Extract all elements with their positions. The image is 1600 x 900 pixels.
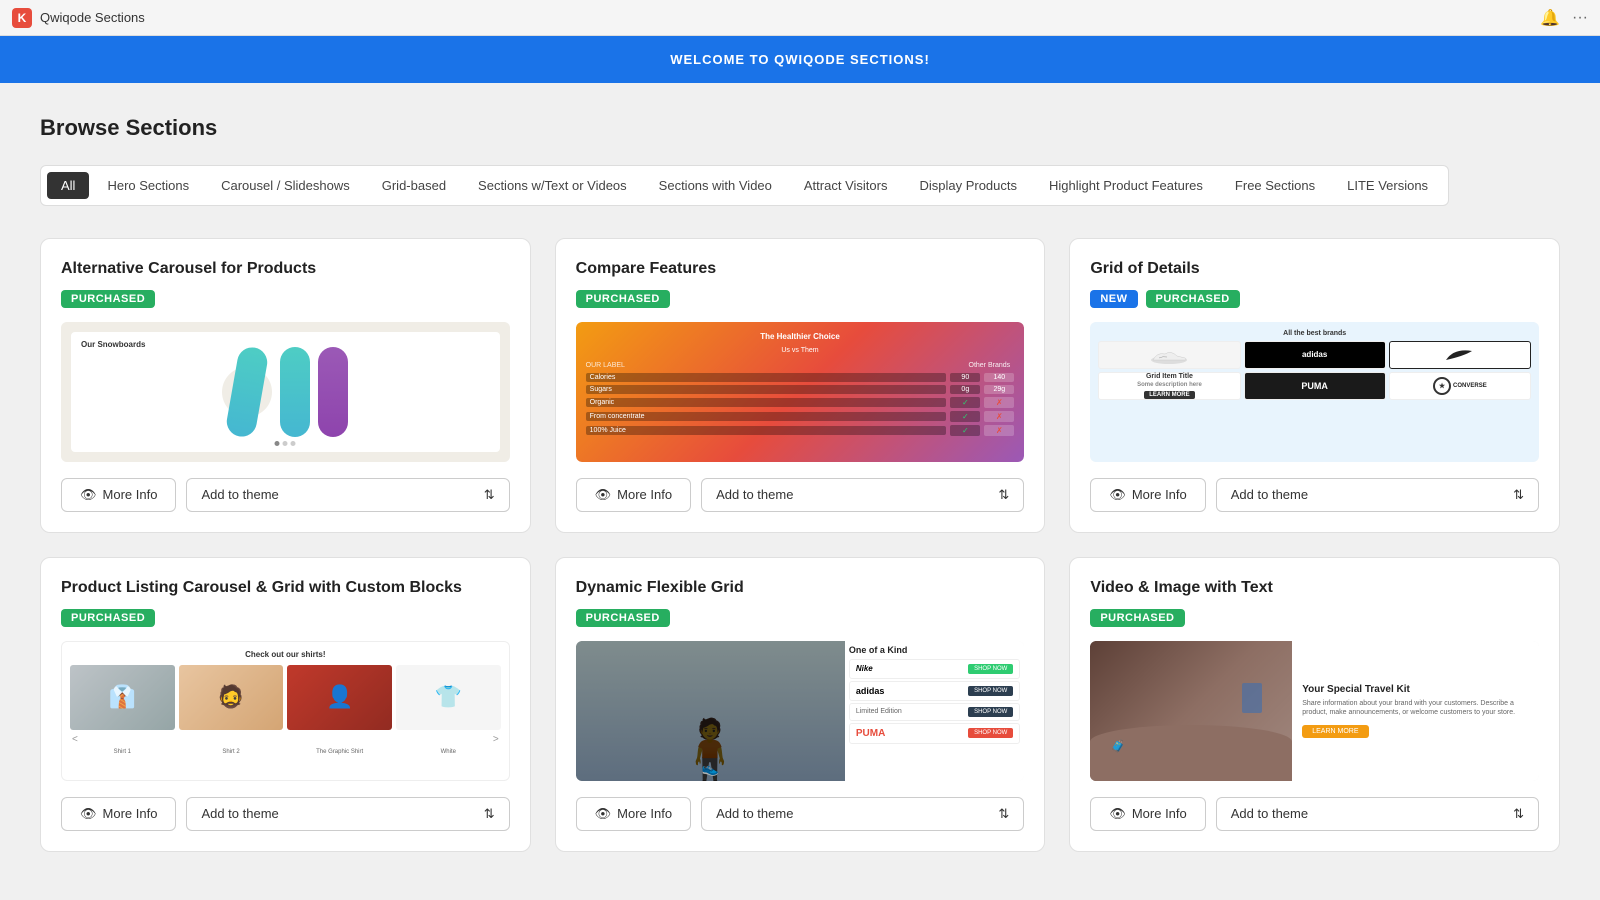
card-title: Dynamic Flexible Grid (576, 578, 1025, 599)
card-actions: 👁 More Info Add to theme ⇅ (576, 478, 1025, 512)
chevron-icon: ⇅ (998, 487, 1009, 503)
add-to-theme-button[interactable]: Add to theme ⇅ (701, 797, 1024, 831)
chevron-icon: ⇅ (484, 806, 495, 822)
titlebar-actions: 🔔 ··· (1540, 8, 1588, 28)
tab-highlight-features[interactable]: Highlight Product Features (1035, 172, 1217, 199)
add-to-theme-button[interactable]: Add to theme ⇅ (1216, 478, 1539, 512)
more-info-button[interactable]: 👁 More Info (1090, 797, 1205, 831)
card-badges: PURCHASED (61, 290, 510, 308)
tab-attract-visitors[interactable]: Attract Visitors (790, 172, 902, 199)
tab-display-products[interactable]: Display Products (905, 172, 1031, 199)
add-to-theme-button[interactable]: Add to theme ⇅ (701, 478, 1024, 512)
card-preview-image: The Healthier Choice Us vs Them OUR LABE… (576, 322, 1025, 462)
card-title: Alternative Carousel for Products (61, 259, 510, 280)
badge-purchased: PURCHASED (61, 609, 155, 627)
card-compare-features: Compare Features PURCHASED The Healthier… (555, 238, 1046, 533)
filter-tabs: All Hero Sections Carousel / Slideshows … (40, 165, 1449, 206)
badge-purchased: PURCHASED (61, 290, 155, 308)
card-badges: PURCHASED (1090, 609, 1539, 627)
badge-purchased: PURCHASED (1146, 290, 1240, 308)
titlebar-left: K Qwiqode Sections (12, 8, 145, 28)
titlebar: K Qwiqode Sections 🔔 ··· (0, 0, 1600, 36)
card-preview-image: All the best brands adidas (1090, 322, 1539, 462)
eye-icon: 👁 (1109, 487, 1126, 503)
badge-purchased: PURCHASED (576, 290, 670, 308)
eye-icon: 👁 (80, 487, 97, 503)
add-to-theme-button[interactable]: Add to theme ⇅ (186, 797, 509, 831)
add-to-theme-button[interactable]: Add to theme ⇅ (1216, 797, 1539, 831)
tab-all[interactable]: All (47, 172, 89, 199)
tab-free-sections[interactable]: Free Sections (1221, 172, 1329, 199)
eye-icon: 👁 (1109, 806, 1126, 822)
app-title: Qwiqode Sections (40, 10, 145, 25)
card-preview-image: 🧳 Your Special Travel Kit Share informat… (1090, 641, 1539, 781)
card-title: Video & Image with Text (1090, 578, 1539, 599)
card-badges: PURCHASED (61, 609, 510, 627)
card-badges: PURCHASED (576, 290, 1025, 308)
card-grid-of-details: Grid of Details NEW PURCHASED All the be… (1069, 238, 1560, 533)
tab-carousel-slideshows[interactable]: Carousel / Slideshows (207, 172, 364, 199)
tab-lite-versions[interactable]: LITE Versions (1333, 172, 1442, 199)
learn-more-button[interactable]: LEARN MORE (1302, 725, 1368, 738)
card-actions: 👁 More Info Add to theme ⇅ (61, 797, 510, 831)
tab-sections-text-videos[interactable]: Sections w/Text or Videos (464, 172, 641, 199)
card-alternative-carousel: Alternative Carousel for Products PURCHA… (40, 238, 531, 533)
card-preview-image: Check out our shirts! 👔 🧔 👤 (61, 641, 510, 781)
page-title: Browse Sections (40, 115, 1560, 141)
card-title: Compare Features (576, 259, 1025, 280)
bell-icon[interactable]: 🔔 (1540, 8, 1560, 28)
main-content: Browse Sections All Hero Sections Carous… (0, 83, 1600, 897)
chevron-icon: ⇅ (1513, 806, 1524, 822)
card-actions: 👁 More Info Add to theme ⇅ (576, 797, 1025, 831)
card-actions: 👁 More Info Add to theme ⇅ (1090, 797, 1539, 831)
more-info-button[interactable]: 👁 More Info (61, 478, 176, 512)
card-actions: 👁 More Info Add to theme ⇅ (1090, 478, 1539, 512)
chevron-icon: ⇅ (1513, 487, 1524, 503)
add-to-theme-button[interactable]: Add to theme ⇅ (186, 478, 509, 512)
more-info-button[interactable]: 👁 More Info (1090, 478, 1205, 512)
eye-icon: 👁 (595, 806, 612, 822)
cards-grid: Alternative Carousel for Products PURCHA… (40, 238, 1560, 852)
card-preview-image: 🧍 👟 One of a Kind Nike SHOP NOW (576, 641, 1025, 781)
badge-purchased: PURCHASED (576, 609, 670, 627)
badge-purchased: PURCHASED (1090, 609, 1184, 627)
chevron-icon: ⇅ (484, 487, 495, 503)
tab-sections-video[interactable]: Sections with Video (645, 172, 786, 199)
tab-hero-sections[interactable]: Hero Sections (93, 172, 203, 199)
more-info-button[interactable]: 👁 More Info (576, 797, 691, 831)
card-badges: NEW PURCHASED (1090, 290, 1539, 308)
card-badges: PURCHASED (576, 609, 1025, 627)
eye-icon: 👁 (595, 487, 612, 503)
badge-new: NEW (1090, 290, 1137, 308)
card-video-image-text: Video & Image with Text PURCHASED 🧳 (1069, 557, 1560, 852)
app-logo: K (12, 8, 32, 28)
ellipsis-icon[interactable]: ··· (1572, 9, 1588, 27)
tab-grid-based[interactable]: Grid-based (368, 172, 460, 199)
chevron-icon: ⇅ (998, 806, 1009, 822)
eye-icon: 👁 (80, 806, 97, 822)
card-actions: 👁 More Info Add to theme ⇅ (61, 478, 510, 512)
card-product-listing-carousel: Product Listing Carousel & Grid with Cus… (40, 557, 531, 852)
card-dynamic-flexible-grid: Dynamic Flexible Grid PURCHASED 🧍 (555, 557, 1046, 852)
welcome-banner: WELCOME TO QWIQODE SECTIONS! (0, 36, 1600, 83)
more-info-button[interactable]: 👁 More Info (61, 797, 176, 831)
more-info-button[interactable]: 👁 More Info (576, 478, 691, 512)
card-title: Grid of Details (1090, 259, 1539, 280)
card-title: Product Listing Carousel & Grid with Cus… (61, 578, 510, 599)
card-preview-image: Our Snowboards (61, 322, 510, 462)
